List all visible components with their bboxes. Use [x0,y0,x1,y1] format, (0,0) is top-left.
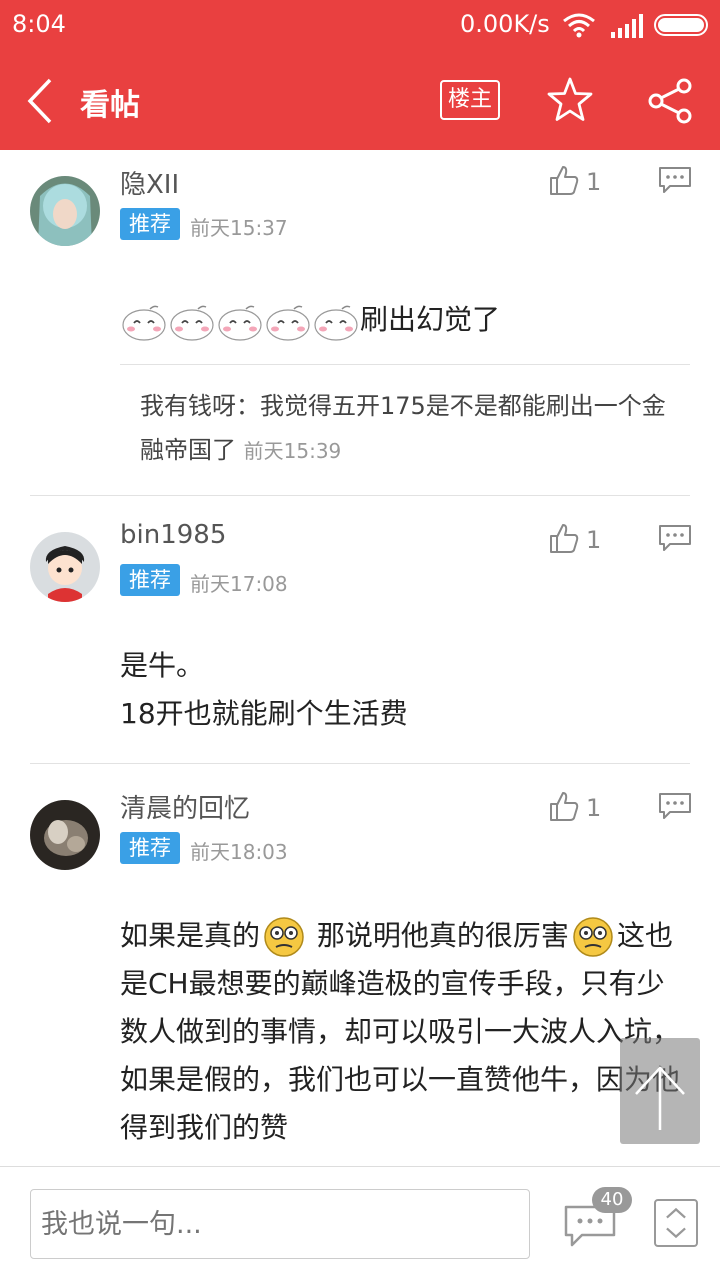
signal-icon [611,14,643,38]
dizzy-face-emoji-icon [264,917,304,957]
post-text-line: 是牛。 [120,649,205,682]
like-count: 1 [586,526,602,554]
reply-feed[interactable]: 隐XII 推荐 前天15:37 1 刷出幻觉了 我有钱呀：我觉得五开175是不是… [0,150,720,1166]
divider [120,364,690,365]
back-arrow-icon[interactable] [22,76,62,126]
emoji-row [120,303,360,341]
post-time: 前天17:08 [190,572,288,596]
avatar[interactable] [30,176,100,246]
smiling-sticker-emoji-icon [314,305,358,341]
like-button[interactable]: 1 [548,164,608,200]
post-time: 前天18:03 [190,840,288,864]
dizzy-face-emoji-icon [573,917,613,957]
reply-item: 隐XII 推荐 前天15:37 1 刷出幻觉了 我有钱呀：我觉得五开175是不是… [0,150,720,496]
username[interactable]: 隐XII [120,164,179,201]
wifi-icon [563,13,595,38]
post-content: 如果是真的 那说明他真的很厉害 这也是CH最想要的巅峰造极的宣传手段，只有少数人… [120,912,680,1152]
thumbs-up-icon [550,524,579,553]
post-text: 如果是真的 [120,919,261,952]
like-button[interactable]: 1 [548,522,608,558]
bottom-reply-bar: 40 [0,1166,720,1280]
avatar[interactable] [30,532,100,602]
sub-reply-time: 前天15:39 [243,439,342,463]
status-time: 8:04 [12,10,66,38]
post-text: 刷出幻觉了 [360,303,501,336]
reply-comment-icon[interactable] [658,166,692,194]
reply-input[interactable] [30,1189,530,1259]
favorite-star-icon[interactable] [546,76,594,124]
reply-comment-icon[interactable] [658,524,692,552]
post-text: 那说明他真的很厉害 [316,919,569,952]
recommend-tag: 推荐 [120,564,180,596]
post-content: 刷出幻觉了 [120,296,680,344]
smiling-sticker-emoji-icon [122,305,166,341]
username[interactable]: bin1985 [120,520,226,550]
post-time: 前天15:37 [190,216,288,240]
username[interactable]: 清晨的回忆 [120,788,250,825]
reply-item: bin1985 推荐 前天17:08 1 是牛。 18开也就能刷个生活费 [0,496,720,764]
only-owner-button[interactable]: 楼主 [440,80,500,120]
share-icon[interactable] [646,78,694,124]
comment-count-badge: 40 [592,1187,632,1213]
smiling-sticker-emoji-icon [218,305,262,341]
smiling-sticker-emoji-icon [170,305,214,341]
status-bar: 8:04 0.00K/s [0,0,720,52]
page-jump-icon[interactable] [654,1199,698,1247]
thumbs-up-icon [550,166,579,195]
like-count: 1 [586,794,602,822]
sub-reply-author[interactable]: 我有钱呀： [140,392,260,420]
reply-comment-icon[interactable] [658,792,692,820]
smiling-sticker-emoji-icon [266,305,310,341]
battery-icon [654,14,708,36]
sub-reply[interactable]: 我有钱呀：我觉得五开175是不是都能刷出一个金融帝国了 前天15:39 [140,384,680,473]
thumbs-up-icon [550,792,579,821]
like-count: 1 [586,168,602,196]
scroll-to-top-button[interactable] [620,1038,700,1144]
recommend-tag: 推荐 [120,208,180,240]
reply-item: 清晨的回忆 推荐 前天18:03 1 如果是真的 那说明他真的很厉害 这也是CH… [0,764,720,1166]
arrow-up-icon [635,1066,685,1130]
post-content: 是牛。 18开也就能刷个生活费 [120,642,680,738]
page-title: 看帖 [80,88,140,123]
network-speed: 0.00K/s [460,10,550,38]
recommend-tag: 推荐 [120,832,180,864]
like-button[interactable]: 1 [548,790,608,826]
post-text-line: 18开也就能刷个生活费 [120,697,408,730]
app-header: 看帖 楼主 [0,52,720,150]
avatar[interactable] [30,800,100,870]
